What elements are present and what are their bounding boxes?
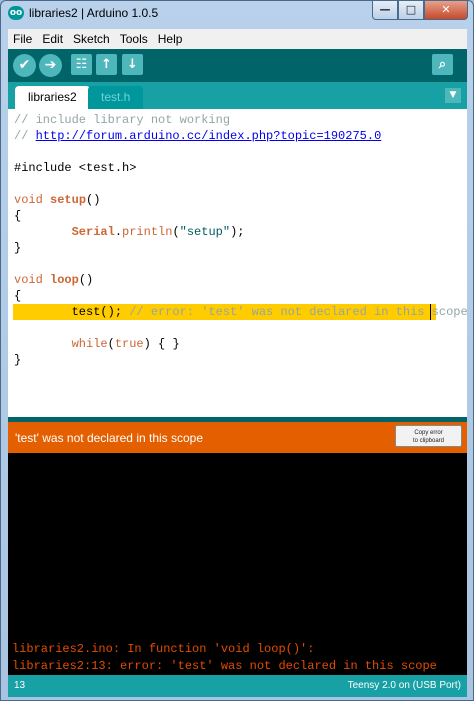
code-text: () xyxy=(86,193,101,207)
function-name: loop xyxy=(50,273,79,287)
tab-libraries2[interactable]: libraries2 xyxy=(15,86,90,109)
menu-file[interactable]: File xyxy=(8,29,37,49)
string-literal: "setup" xyxy=(179,225,231,239)
console-line: libraries2.ino: In function 'void loop()… xyxy=(12,642,315,656)
class-name: Serial xyxy=(71,225,115,239)
arduino-window: oo libraries2 | Arduino 1.0.5 — □ ✕ File… xyxy=(0,0,474,701)
code-text: () xyxy=(78,273,94,287)
minimize-button[interactable]: — xyxy=(372,1,398,20)
board-port-label: Teensy 2.0 on (USB Port) xyxy=(347,680,461,691)
code-line-16: } xyxy=(14,353,22,367)
function-name: setup xyxy=(50,193,87,207)
code-line-2: // http://forum.arduino.cc/index.php?top… xyxy=(14,128,434,144)
copy-button-label-line2: to clipboard xyxy=(412,438,445,444)
tab-bar: libraries2 test.h ▼ xyxy=(8,82,467,109)
text-caret xyxy=(430,304,431,320)
code-line-1: // include library not working xyxy=(14,112,434,128)
error-comment: // error: 'test' was not declared in thi… xyxy=(129,305,467,319)
serial-monitor-icon[interactable]: ⌕ xyxy=(432,54,453,75)
menu-edit[interactable]: Edit xyxy=(37,29,68,49)
code-line-11: void loop() xyxy=(14,272,434,288)
copy-button-label-line1: Copy error xyxy=(414,430,443,436)
code-line-7: { xyxy=(14,209,22,223)
code-text: test(); xyxy=(14,305,130,319)
footer-status-bar: 13 Teensy 2.0 on (USB Port) xyxy=(8,675,467,697)
code-line-12: { xyxy=(14,289,22,303)
keyword: void xyxy=(14,273,43,287)
toolbar: ✔ ➔ ☷ ↑ ↓ ⌕ xyxy=(8,49,467,82)
copy-error-button[interactable]: Copy error to clipboard xyxy=(395,425,462,447)
save-sketch-icon[interactable]: ↓ xyxy=(122,54,143,75)
menu-tools[interactable]: Tools xyxy=(115,29,153,49)
comment: // include library not working xyxy=(14,113,231,127)
console-line: libraries2:13: error: 'test' was not dec… xyxy=(12,659,437,673)
code-text: ( xyxy=(172,225,180,239)
code-text: ) { } xyxy=(143,337,180,351)
tab-menu-chevron-down-icon[interactable]: ▼ xyxy=(445,88,461,103)
keyword: void xyxy=(14,193,43,207)
code-line-6: void setup() xyxy=(14,192,434,208)
comment-prefix: // xyxy=(14,129,36,143)
window-controls: — □ ✕ xyxy=(372,1,468,20)
keyword: true xyxy=(114,337,144,351)
forum-link[interactable]: http://forum.arduino.cc/index.php?topic=… xyxy=(36,129,382,143)
maximize-button[interactable]: □ xyxy=(398,1,424,20)
verify-icon[interactable]: ✔ xyxy=(13,54,36,77)
menu-help[interactable]: Help xyxy=(153,29,188,49)
tab-test-h[interactable]: test.h xyxy=(88,86,144,109)
open-sketch-icon[interactable]: ↑ xyxy=(96,54,117,75)
code-line-13: test(); // error: 'test' was not declare… xyxy=(14,304,467,320)
arduino-logo-icon: oo xyxy=(8,6,24,20)
code-text: ( xyxy=(107,337,115,351)
title-bar[interactable]: oo libraries2 | Arduino 1.0.5 — □ ✕ xyxy=(1,1,473,25)
code-line-8: Serial.println("setup"); xyxy=(14,224,434,240)
code-text: . xyxy=(114,225,123,239)
error-status-bar: 'test' was not declared in this scope Co… xyxy=(8,422,467,453)
method-name: println xyxy=(122,225,173,239)
menu-sketch[interactable]: Sketch xyxy=(68,29,115,49)
code-editor[interactable]: // include library not working // http:/… xyxy=(8,109,467,417)
close-button[interactable]: ✕ xyxy=(424,1,468,20)
window-client: File Edit Sketch Tools Help ✔ ➔ ☷ ↑ ↓ ⌕ … xyxy=(8,29,467,697)
console-output[interactable]: libraries2.ino: In function 'void loop()… xyxy=(8,453,467,675)
error-message: 'test' was not declared in this scope xyxy=(15,431,204,445)
code-line-9: } xyxy=(14,241,22,255)
window-title: libraries2 | Arduino 1.0.5 xyxy=(29,6,159,20)
upload-icon[interactable]: ➔ xyxy=(39,54,62,77)
code-line-15: while(true) { } xyxy=(14,336,434,352)
keyword: while xyxy=(71,337,108,351)
code-text: ); xyxy=(230,225,245,239)
line-number: 13 xyxy=(14,680,26,691)
new-sketch-icon[interactable]: ☷ xyxy=(71,54,92,75)
code-line-4: #include <test.h> xyxy=(14,161,137,175)
menu-bar: File Edit Sketch Tools Help xyxy=(8,29,467,49)
